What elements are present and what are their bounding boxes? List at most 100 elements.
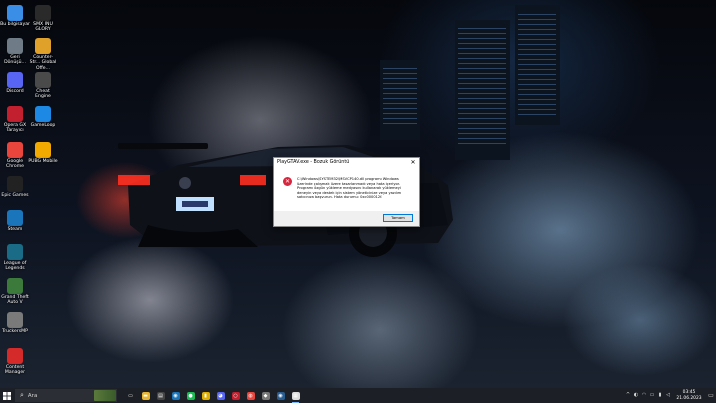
desktop-icon[interactable]: Bu bilgisayar bbox=[0, 5, 30, 27]
desktop-icon-label: SMX INU GLORY bbox=[33, 22, 53, 33]
dialog-title: PlayGTAV.exe - Bozuk Görüntü bbox=[277, 160, 350, 165]
desktop-icon[interactable]: Counter-Str... Global Offe... bbox=[28, 38, 58, 71]
recycle-bin-icon bbox=[7, 38, 23, 54]
desktop-icon-label: TruckersMP bbox=[2, 329, 28, 334]
desktop-icon-label: Counter-Str... Global Offe... bbox=[29, 55, 57, 71]
taskbar-app[interactable]: ▭ bbox=[123, 388, 138, 403]
battery-icon[interactable]: ▮ bbox=[656, 388, 664, 403]
desktop-icon[interactable]: Cheat Engine bbox=[28, 72, 58, 100]
desktop-icon-label: GameLoop bbox=[30, 123, 56, 128]
chevron-up-icon[interactable]: ^ bbox=[624, 388, 632, 403]
taskbar-app[interactable]: ● bbox=[183, 388, 198, 403]
network-icon[interactable]: ◐ bbox=[632, 388, 640, 403]
steam-icon: ◉ bbox=[171, 391, 180, 400]
windows-logo-icon bbox=[3, 391, 11, 400]
start-button[interactable] bbox=[0, 388, 14, 403]
desktop-icon[interactable]: Discord bbox=[0, 72, 30, 94]
truckersmp-icon bbox=[7, 312, 23, 328]
dialog-footer: Tamam bbox=[274, 211, 419, 226]
search-icon: ⌕ bbox=[20, 391, 24, 399]
task-view-icon: ▭ bbox=[126, 391, 135, 400]
steam-icon bbox=[7, 210, 23, 226]
building-lights bbox=[518, 10, 556, 115]
desktop-icon[interactable]: Geri Dönüşü... bbox=[0, 38, 30, 66]
terminal-icon: ▤ bbox=[156, 391, 165, 400]
taskbar-app[interactable]: ▬ bbox=[138, 388, 153, 403]
chrome-icon: ◍ bbox=[246, 391, 255, 400]
desktop-icon[interactable]: Grand Theft Auto V bbox=[0, 278, 30, 306]
taskbar-app[interactable]: ◍ bbox=[243, 388, 258, 403]
taskbar-app[interactable]: ◉ bbox=[168, 388, 183, 403]
desktop-icon-label: Google Chrome bbox=[5, 159, 25, 170]
error-window-icon: ▦ bbox=[291, 391, 300, 400]
clock[interactable]: 03:45 21.06.2023 bbox=[672, 390, 706, 401]
cheat-engine-icon bbox=[35, 72, 51, 88]
discord-icon bbox=[7, 72, 23, 88]
keyboard-icon[interactable]: ▭ bbox=[648, 388, 656, 403]
desktop-icon[interactable]: Epic Games bbox=[0, 176, 30, 198]
search-input[interactable]: ⌕ Ara bbox=[15, 389, 117, 402]
error-dialog: PlayGTAV.exe - Bozuk Görüntü ✕ ✕ C:\Wind… bbox=[273, 157, 420, 227]
opera-gx-icon: ○ bbox=[231, 391, 240, 400]
taskbar-apps: ▭ ▬ ▤ ◉ ● ▮ ◕ ○ ◍ ◆ ◉ ▦ bbox=[123, 388, 303, 403]
desktop-icon[interactable]: Opera GX Tarayıcı bbox=[0, 106, 30, 134]
gta-icon bbox=[7, 278, 23, 294]
volume-icon[interactable]: ◁ bbox=[664, 388, 672, 403]
building-lights bbox=[383, 64, 417, 124]
error-icon: ✕ bbox=[283, 177, 292, 186]
desktop-icon-label: Bu bilgisayar bbox=[0, 22, 30, 27]
taskbar-app[interactable]: ▦ bbox=[288, 388, 303, 403]
desktop-icon-label: Cheat Engine bbox=[35, 89, 51, 100]
shield-icon: ◆ bbox=[261, 391, 270, 400]
desktop-icon[interactable]: GameLoop bbox=[28, 106, 58, 128]
desktop-icon-label: Grand Theft Auto V bbox=[1, 295, 29, 306]
desktop-icon-label: Discord bbox=[6, 89, 24, 94]
close-icon[interactable]: ✕ bbox=[407, 158, 419, 168]
wifi-icon[interactable]: ◠ bbox=[640, 388, 648, 403]
desktop-icon[interactable]: Steam bbox=[0, 210, 30, 232]
tray-icons: ◐ ◠ ▭ ▮ ◁ bbox=[632, 388, 672, 403]
csgo-icon bbox=[35, 38, 51, 54]
desktop-icon-label: Geri Dönüşü... bbox=[4, 55, 26, 66]
steam-2-icon: ◉ bbox=[276, 391, 285, 400]
discord-icon: ◕ bbox=[216, 391, 225, 400]
system-tray: ^ ◐ ◠ ▭ ▮ ◁ 03:45 21.06.2023 ▭ bbox=[624, 388, 716, 403]
desktop-icon-label: Epic Games bbox=[1, 193, 29, 198]
taskbar-app[interactable]: ◕ bbox=[213, 388, 228, 403]
search-placeholder: Ara bbox=[27, 392, 38, 399]
chrome-icon bbox=[7, 142, 23, 158]
desktop-icon-label: PUBG Mobile bbox=[28, 159, 58, 164]
dialog-body: ✕ C:\Windows\SYSTEM32\MSVCP140.dll progr… bbox=[274, 168, 419, 210]
notes-icon: ▮ bbox=[201, 391, 210, 400]
notification-icon[interactable]: ▭ bbox=[706, 388, 716, 403]
computer-icon bbox=[7, 5, 23, 21]
opera-gx-icon bbox=[7, 106, 23, 122]
file-explorer-icon: ▬ bbox=[141, 391, 150, 400]
taskbar: ⌕ Ara ▭ ▬ ▤ ◉ ● ▮ ◕ ○ ◍ ◆ ◉ ▦ ^ ◐ ◠ ▭ ▮ ◁ 03:45 21.06.2… bbox=[0, 388, 716, 403]
desktop-icon[interactable]: Content Manager bbox=[0, 348, 30, 376]
epic-games-icon bbox=[7, 176, 23, 192]
taskbar-app[interactable]: ◉ bbox=[273, 388, 288, 403]
taskbar-app[interactable]: ▮ bbox=[198, 388, 213, 403]
desktop-icon[interactable]: League of Legends bbox=[0, 244, 30, 272]
dialog-titlebar[interactable]: PlayGTAV.exe - Bozuk Görüntü ✕ bbox=[274, 158, 419, 168]
taskbar-app[interactable]: ◆ bbox=[258, 388, 273, 403]
desktop-icon[interactable]: SMX INU GLORY bbox=[28, 5, 58, 33]
taskbar-app[interactable]: ○ bbox=[228, 388, 243, 403]
desktop-icon-label: Steam bbox=[7, 227, 23, 232]
desktop-icon-label: Opera GX Tarayıcı bbox=[3, 123, 27, 134]
desktop-icon[interactable]: Google Chrome bbox=[0, 142, 30, 170]
search-highlight-image bbox=[94, 390, 116, 401]
mouse-icon bbox=[35, 5, 51, 21]
pubg-mobile-icon bbox=[35, 142, 51, 158]
desktop-icon[interactable]: PUBG Mobile bbox=[28, 142, 58, 164]
desktop-icon[interactable]: TruckersMP bbox=[0, 312, 30, 334]
dialog-message: C:\Windows\SYSTEM32\MSVCP140.dll program… bbox=[297, 177, 402, 200]
league-icon bbox=[7, 244, 23, 260]
ok-button[interactable]: Tamam bbox=[383, 214, 413, 222]
content-manager-icon bbox=[7, 348, 23, 364]
desktop-icon-label: Content Manager bbox=[4, 365, 26, 376]
spotify-icon: ● bbox=[186, 391, 195, 400]
desktop-icon-label: League of Legends bbox=[3, 261, 27, 272]
taskbar-app[interactable]: ▤ bbox=[153, 388, 168, 403]
